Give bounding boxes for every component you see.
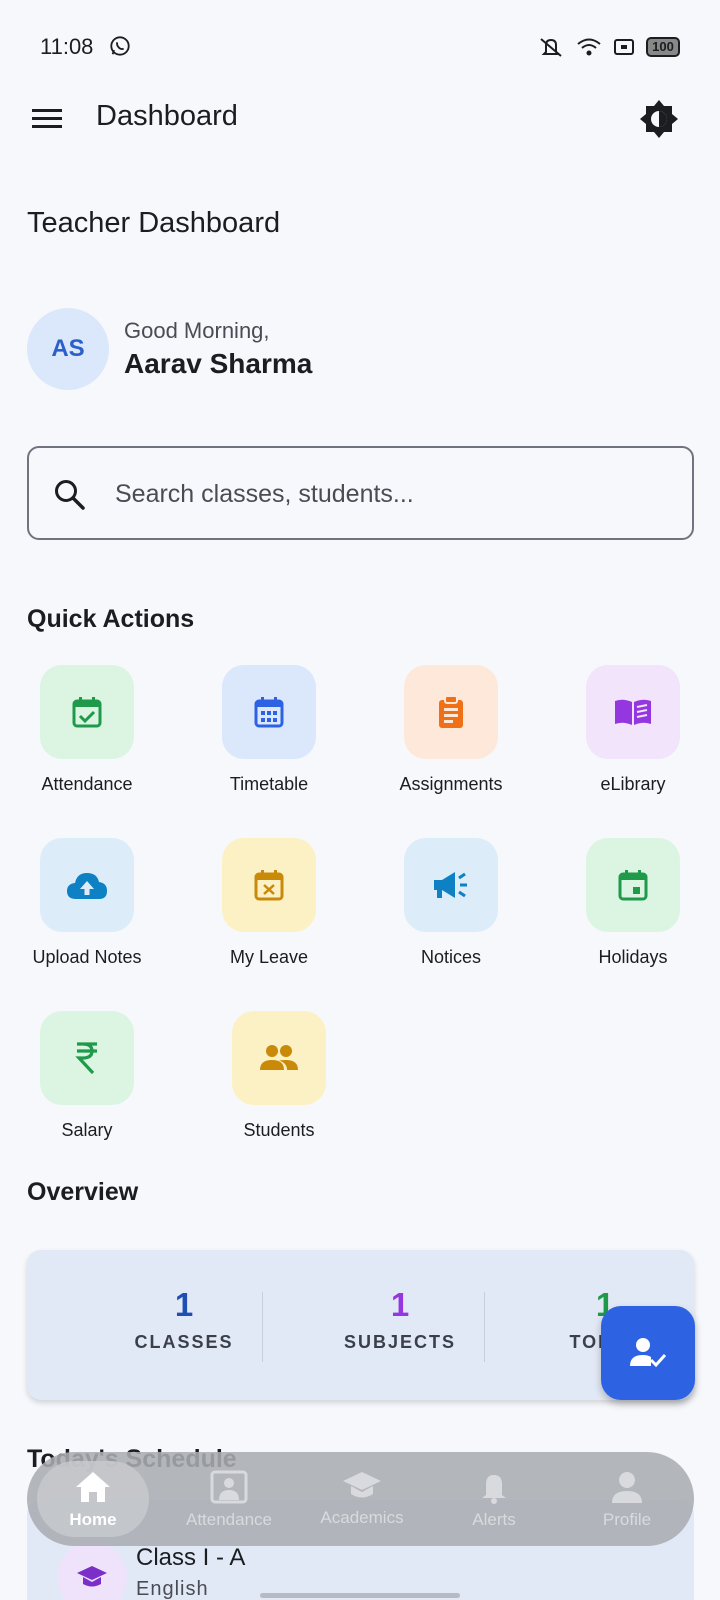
bell-icon	[482, 1475, 506, 1504]
menu-icon[interactable]	[30, 104, 66, 134]
action-label: Notices	[420, 947, 482, 967]
greeting-salutation: Good Morning,	[124, 318, 270, 343]
nav-alerts[interactable]: Alerts	[434, 1452, 554, 1546]
nav-label: Academics	[320, 1508, 404, 1527]
nav-label: Profile	[602, 1510, 652, 1529]
action-tile[interactable]	[40, 838, 134, 932]
attendance-icon	[210, 1470, 248, 1504]
greeting-text: Good Morning, Aarav Sharma	[124, 318, 312, 380]
book-open-icon	[615, 699, 651, 725]
action-assignments[interactable]: Assignments	[376, 665, 526, 795]
bottom-nav: Home Attendance Academics Alerts Profile	[27, 1452, 694, 1546]
mute-icon	[540, 38, 562, 57]
nav-profile[interactable]: Profile	[567, 1452, 687, 1546]
person-check-icon	[630, 1338, 667, 1368]
action-label: Salary	[61, 1120, 113, 1140]
action-elibrary[interactable]: eLibrary	[558, 665, 708, 795]
graduation-cap-icon	[77, 1566, 107, 1587]
action-tile[interactable]	[40, 665, 134, 759]
schedule-class: Class I - A	[136, 1544, 246, 1571]
people-icon	[260, 1045, 298, 1070]
person-icon	[612, 1472, 642, 1503]
action-tile[interactable]	[222, 838, 316, 932]
avatar[interactable]: AS	[27, 308, 109, 390]
stat-divider	[484, 1292, 485, 1362]
action-tile[interactable]	[40, 1011, 134, 1105]
search-input[interactable]	[115, 468, 655, 520]
stat-divider	[262, 1292, 263, 1362]
search-bar[interactable]	[27, 446, 694, 540]
action-tile[interactable]	[586, 665, 680, 759]
action-tile[interactable]	[232, 1011, 326, 1105]
action-tile[interactable]	[404, 665, 498, 759]
calendar-grid-icon	[254, 697, 284, 728]
action-attendance[interactable]: Attendance	[12, 665, 162, 795]
class-icon-wrap	[57, 1542, 127, 1600]
action-upload-notes[interactable]: Upload Notes	[12, 838, 162, 968]
overview-title: Overview	[27, 1178, 139, 1206]
action-label: Holidays	[598, 947, 668, 967]
greeting: AS Good Morning, Aarav Sharma	[27, 308, 312, 390]
stat-label: CLASSES	[134, 1332, 234, 1352]
theme-toggle-icon[interactable]	[638, 98, 680, 140]
nav-attendance[interactable]: Attendance	[169, 1452, 289, 1546]
quick-actions-title: Quick Actions	[27, 605, 195, 633]
status-icons: 100	[538, 36, 680, 58]
action-timetable[interactable]: Timetable	[194, 665, 344, 795]
user-name: Aarav Sharma	[124, 348, 313, 379]
stat-label: SUBJECTS	[343, 1332, 457, 1352]
page-heading: Teacher Dashboard	[27, 207, 281, 239]
nav-label: Home	[69, 1510, 117, 1529]
clipboard-icon	[439, 695, 463, 728]
nav-academics[interactable]: Academics	[302, 1452, 422, 1546]
home-indicator	[260, 1593, 460, 1598]
schedule-subject: English	[136, 1578, 209, 1600]
action-my-leave[interactable]: My Leave	[194, 838, 344, 968]
action-label: Students	[243, 1120, 315, 1140]
app-bar: Dashboard	[0, 92, 720, 148]
status-time: 11:08	[40, 34, 94, 59]
action-tile[interactable]	[222, 665, 316, 759]
calendar-x-icon	[254, 870, 284, 901]
stat-subjects[interactable]: 1 SUBJECTS	[290, 1286, 510, 1353]
action-salary[interactable]: Salary	[12, 1011, 162, 1141]
action-notices[interactable]: Notices	[376, 838, 526, 968]
stat-value: 1	[390, 1286, 410, 1323]
action-students[interactable]: Students	[204, 1011, 354, 1141]
action-tile[interactable]	[404, 838, 498, 932]
nav-home[interactable]: Home	[33, 1452, 153, 1546]
nav-label: Alerts	[472, 1510, 516, 1529]
app-title: Dashboard	[96, 100, 238, 132]
action-label: My Leave	[229, 947, 309, 967]
nav-label: Attendance	[185, 1510, 272, 1529]
action-holidays[interactable]: Holidays	[558, 838, 708, 968]
home-icon	[76, 1472, 110, 1502]
battery-icon: 100	[646, 37, 680, 57]
search-icon	[55, 480, 85, 510]
action-label: Attendance	[41, 774, 133, 794]
graduation-cap-icon	[343, 1472, 381, 1498]
overview-card: 1 CLASSES 1 SUBJECTS 1 TODAY	[27, 1250, 694, 1400]
whatsapp-icon	[110, 36, 130, 56]
calendar-event-icon	[618, 870, 648, 901]
action-label: Timetable	[229, 774, 309, 794]
action-tile[interactable]	[586, 838, 680, 932]
megaphone-icon	[434, 872, 467, 898]
stat-value: 1	[174, 1286, 194, 1323]
wifi-icon	[577, 38, 601, 56]
action-label: Assignments	[399, 774, 503, 794]
rupee-icon	[75, 1042, 97, 1075]
cloud-upload-icon	[67, 873, 107, 899]
action-label: Upload Notes	[32, 947, 142, 967]
stat-classes[interactable]: 1 CLASSES	[74, 1286, 294, 1353]
status-bar: 11:08 100	[0, 0, 720, 92]
mark-attendance-fab[interactable]	[601, 1306, 695, 1400]
action-label: eLibrary	[600, 774, 666, 794]
screen-record-icon	[614, 39, 634, 55]
calendar-check-icon	[72, 697, 102, 728]
